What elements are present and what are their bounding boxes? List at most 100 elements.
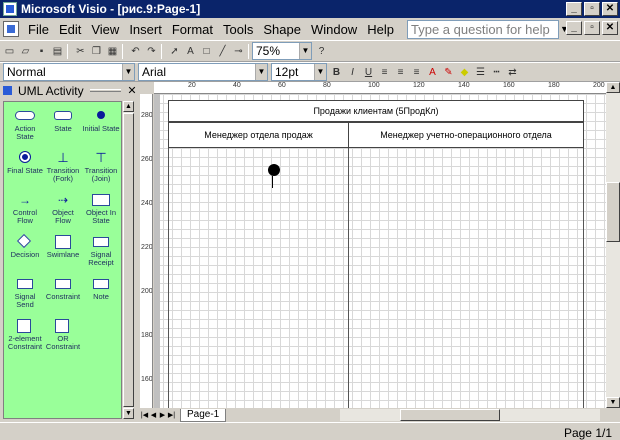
bold-icon[interactable]: B [330, 66, 343, 79]
chevron-down-icon[interactable]: ▼ [299, 43, 311, 59]
align-center-icon[interactable]: ≡ [394, 66, 407, 79]
connector-tool-icon[interactable]: ⊸ [232, 45, 245, 58]
doc-close-button[interactable]: ✕ [602, 21, 618, 35]
cut-icon[interactable]: ✂ [74, 45, 87, 58]
close-button[interactable]: ✕ [602, 2, 618, 16]
status-bar: Page 1/1 [0, 422, 620, 440]
line-weight-icon[interactable]: ☰ [474, 66, 487, 79]
next-page-icon[interactable]: ▶ [158, 411, 167, 419]
doc-minimize-button[interactable]: _ [566, 21, 582, 35]
drawing-canvas[interactable]: Продажи клиентам (5ПродКл) Менеджер отде… [154, 94, 606, 408]
shape-transition-fork[interactable]: ⊥ Transition (Fork) [44, 150, 82, 183]
shape-swimlane[interactable]: Swimlane [44, 234, 82, 259]
page-indicator: Page 1/1 [563, 426, 612, 440]
shape-constraint[interactable]: Constraint [44, 276, 82, 301]
shape-two-element-constraint[interactable]: 2-element Constraint [6, 318, 44, 351]
scroll-up-icon[interactable]: ▲ [606, 82, 620, 93]
line-tool-icon[interactable]: ╱ [216, 45, 229, 58]
shape-signal-receipt[interactable]: Signal Receipt [82, 234, 120, 267]
save-icon[interactable]: ▪ [35, 45, 48, 58]
swimlane-pool-title[interactable]: Продажи клиентам (5ПродКл) [168, 100, 584, 122]
scrollbar-thumb[interactable] [400, 409, 500, 421]
shape-control-flow[interactable]: → Control Flow [6, 192, 44, 225]
shape-or-constraint[interactable]: OR Constraint [44, 318, 82, 351]
maximize-button[interactable]: ▫ [584, 2, 600, 16]
stencil-scrollbar[interactable]: ▲ ▼ [123, 101, 134, 419]
zoom-combo[interactable]: 75% ▼ [252, 42, 312, 60]
scroll-down-icon[interactable]: ▼ [606, 397, 620, 408]
font-color-icon[interactable]: A [426, 66, 439, 79]
menu-file[interactable]: File [23, 22, 54, 37]
tab-page-1[interactable]: Page-1 [180, 408, 227, 422]
open-icon[interactable]: ▱ [19, 45, 32, 58]
stencil-header[interactable]: UML Activity ✕ [0, 82, 137, 99]
font-combo[interactable]: Arial ▼ [138, 63, 268, 81]
line-color-icon[interactable]: ✎ [442, 66, 455, 79]
undo-icon[interactable]: ↶ [129, 45, 142, 58]
title-bar: Microsoft Visio - [рис.9:Page-1] _ ▫ ✕ [0, 0, 620, 18]
shape-note[interactable]: Note [82, 276, 120, 301]
scroll-up-icon[interactable]: ▲ [123, 101, 134, 112]
menu-edit[interactable]: Edit [54, 22, 86, 37]
help-search-input[interactable]: Type a question for help [407, 20, 559, 39]
align-right-icon[interactable]: ≡ [410, 66, 423, 79]
line-ends-icon[interactable]: ⇄ [506, 66, 519, 79]
menu-shape[interactable]: Shape [258, 22, 306, 37]
scrollbar-thumb[interactable] [606, 182, 620, 242]
visio-app-icon[interactable] [3, 2, 17, 16]
align-left-icon[interactable]: ≡ [378, 66, 391, 79]
chevron-down-icon[interactable]: ▼ [314, 64, 326, 80]
scrollbar-thumb[interactable] [123, 113, 134, 407]
paste-icon[interactable]: ▦ [106, 45, 119, 58]
pointer-tool-icon[interactable]: ➚ [168, 45, 181, 58]
help-icon[interactable]: ? [315, 45, 328, 58]
horizontal-ruler: 20 40 60 80 100 120 140 160 180 200 [154, 82, 606, 94]
stencil-close-icon[interactable]: ✕ [127, 84, 137, 97]
doc-restore-button[interactable]: ▫ [584, 21, 600, 35]
shape-object-in-state[interactable]: Object In State [82, 192, 120, 225]
print-icon[interactable]: ▤ [51, 45, 64, 58]
menu-format[interactable]: Format [167, 22, 218, 37]
menu-insert[interactable]: Insert [124, 22, 167, 37]
stencil-shapes: Action State State Initial State Final S… [3, 101, 122, 419]
fill-color-icon[interactable]: ◆ [458, 66, 471, 79]
chevron-down-icon[interactable]: ▼ [255, 64, 267, 80]
scroll-down-icon[interactable]: ▼ [123, 408, 134, 419]
stencil-grip[interactable] [89, 89, 121, 92]
prev-page-icon[interactable]: ◀ [149, 411, 158, 419]
shape-object-flow[interactable]: ⇢ Object Flow [44, 192, 82, 225]
swimlane-header-accounting[interactable]: Менеджер учетно-операционного отдела [348, 122, 584, 148]
text-tool-icon[interactable]: A [184, 45, 197, 58]
document-icon[interactable] [3, 21, 19, 37]
new-icon[interactable]: ▭ [3, 45, 16, 58]
redo-icon[interactable]: ↷ [145, 45, 158, 58]
shape-transition-join[interactable]: ⊤ Transition (Join) [82, 150, 120, 183]
style-combo[interactable]: Normal ▼ [3, 63, 135, 81]
first-page-icon[interactable]: |◀ [140, 411, 149, 419]
minimize-button[interactable]: _ [566, 2, 582, 16]
chevron-down-icon[interactable]: ▼ [122, 64, 134, 80]
shape-final-state[interactable]: Final State [6, 150, 44, 175]
underline-icon[interactable]: U [362, 66, 375, 79]
last-page-icon[interactable]: ▶| [167, 411, 176, 419]
shape-decision[interactable]: Decision [6, 233, 44, 259]
canvas-vertical-scrollbar[interactable]: ▲ ▼ [606, 82, 620, 408]
menu-view[interactable]: View [86, 22, 124, 37]
shape-action-state[interactable]: Action State [6, 108, 44, 141]
font-size-value: 12pt [275, 65, 299, 79]
font-size-combo[interactable]: 12pt ▼ [271, 63, 327, 81]
shape-signal-send[interactable]: Signal Send [6, 276, 44, 309]
menu-help[interactable]: Help [362, 22, 399, 37]
swimlane-header-sales[interactable]: Менеджер отдела продаж [168, 122, 349, 148]
line-pattern-icon[interactable]: ┅ [490, 66, 503, 79]
menu-tools[interactable]: Tools [218, 22, 258, 37]
initial-state-node[interactable] [268, 164, 280, 176]
rectangle-tool-icon[interactable]: □ [200, 45, 213, 58]
shape-initial-state[interactable]: Initial State [82, 108, 120, 133]
menu-window[interactable]: Window [306, 22, 362, 37]
copy-icon[interactable]: ❐ [90, 45, 103, 58]
italic-icon[interactable]: I [346, 66, 359, 79]
shape-state[interactable]: State [44, 108, 82, 133]
lane-divider [348, 148, 349, 408]
canvas-horizontal-scrollbar[interactable] [340, 409, 600, 421]
